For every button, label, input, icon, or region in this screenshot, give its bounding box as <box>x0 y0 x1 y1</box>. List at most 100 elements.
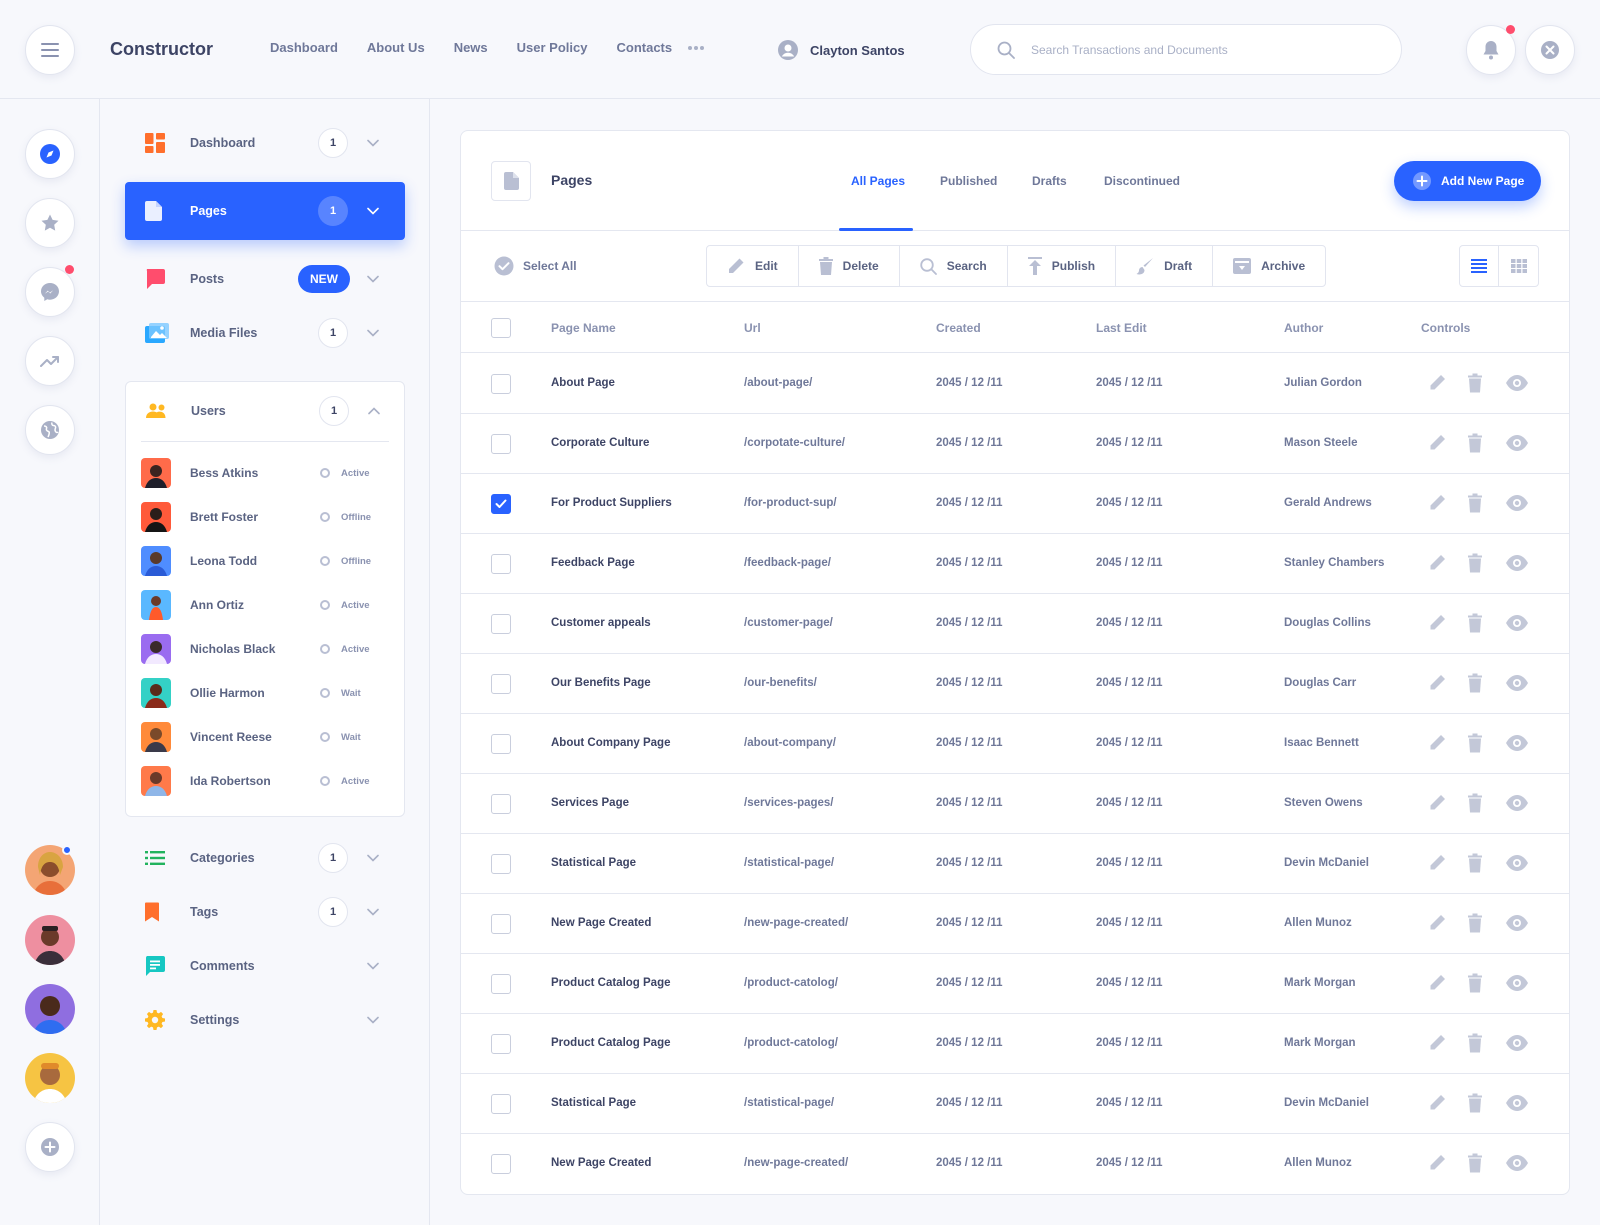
row-checkbox[interactable] <box>491 614 511 634</box>
chevron-down-icon[interactable] <box>367 962 379 970</box>
row-checkbox[interactable] <box>491 494 511 514</box>
edit-row-button[interactable] <box>1427 1153 1447 1173</box>
delete-row-button[interactable] <box>1467 733 1483 753</box>
chevron-down-icon[interactable] <box>367 275 379 283</box>
header-checkbox[interactable] <box>491 318 511 338</box>
chevron-down-icon[interactable] <box>367 207 379 215</box>
brand-logo-text[interactable]: Constructor <box>110 39 213 60</box>
edit-button[interactable]: Edit <box>707 246 799 286</box>
rail-avatar-4[interactable] <box>25 1053 75 1103</box>
tab-discontinued[interactable]: Discontinued <box>1104 174 1180 188</box>
page-name-cell[interactable]: Statistical Page <box>551 857 636 869</box>
sidebar-item-categories[interactable]: Categories 1 <box>125 829 405 887</box>
user-list-item[interactable]: Ida Robertson Active <box>141 765 391 797</box>
row-checkbox[interactable] <box>491 1154 511 1174</box>
rail-add-button[interactable] <box>25 1122 75 1172</box>
page-name-cell[interactable]: New Page Created <box>551 1157 651 1169</box>
more-nav-button[interactable] <box>687 45 705 51</box>
edit-row-button[interactable] <box>1427 793 1447 813</box>
delete-row-button[interactable] <box>1467 853 1483 873</box>
add-new-page-button[interactable]: Add New Page <box>1394 161 1541 201</box>
table-row[interactable]: Product Catalog Page/product-catolog/204… <box>461 1014 1569 1074</box>
row-checkbox[interactable] <box>491 914 511 934</box>
view-row-button[interactable] <box>1505 973 1529 993</box>
table-row[interactable]: Statistical Page/statistical-page/2045 /… <box>461 1074 1569 1134</box>
page-name-cell[interactable]: Statistical Page <box>551 1097 636 1109</box>
chevron-down-icon[interactable] <box>367 854 379 862</box>
rail-analytics-button[interactable] <box>25 336 75 386</box>
grid-view-button[interactable] <box>1499 246 1538 286</box>
edit-row-button[interactable] <box>1427 553 1447 573</box>
rail-compass-button[interactable] <box>25 129 75 179</box>
column-header-created[interactable]: Created <box>936 321 981 335</box>
view-row-button[interactable] <box>1505 793 1529 813</box>
nav-link-dashboard[interactable]: Dashboard <box>270 40 338 55</box>
row-checkbox[interactable] <box>491 854 511 874</box>
nav-link-user-policy[interactable]: User Policy <box>517 40 588 55</box>
user-list-item[interactable]: Ollie Harmon Wait <box>141 677 391 709</box>
user-profile-chip[interactable]: Clayton Santos <box>778 40 905 60</box>
delete-row-button[interactable] <box>1467 433 1483 453</box>
sidebar-item-settings[interactable]: Settings <box>125 991 405 1049</box>
chevron-down-icon[interactable] <box>367 139 379 147</box>
delete-row-button[interactable] <box>1467 973 1483 993</box>
nav-link-news[interactable]: News <box>454 40 488 55</box>
table-row[interactable]: Statistical Page/statistical-page/2045 /… <box>461 834 1569 894</box>
user-list-item[interactable]: Vincent Reese Wait <box>141 721 391 753</box>
column-header-url[interactable]: Url <box>744 321 761 335</box>
row-checkbox[interactable] <box>491 674 511 694</box>
edit-row-button[interactable] <box>1427 373 1447 393</box>
page-name-cell[interactable]: About Company Page <box>551 737 670 749</box>
table-row[interactable]: Services Page/services-pages/2045 / 12 /… <box>461 774 1569 834</box>
delete-row-button[interactable] <box>1467 793 1483 813</box>
sidebar-item-pages[interactable]: Pages 1 <box>125 182 405 240</box>
list-view-button[interactable] <box>1460 246 1500 286</box>
page-name-cell[interactable]: Our Benefits Page <box>551 677 651 689</box>
delete-row-button[interactable] <box>1467 373 1483 393</box>
search-button[interactable]: Search <box>900 246 1008 286</box>
chevron-down-icon[interactable] <box>367 329 379 337</box>
edit-row-button[interactable] <box>1427 673 1447 693</box>
table-row[interactable]: Feedback Page/feedback-page/2045 / 12 /1… <box>461 534 1569 594</box>
view-row-button[interactable] <box>1505 1033 1529 1053</box>
delete-row-button[interactable] <box>1467 1033 1483 1053</box>
chevron-up-icon[interactable] <box>368 407 380 415</box>
view-row-button[interactable] <box>1505 1153 1529 1173</box>
sidebar-item-users[interactable]: Users 1 <box>126 382 404 440</box>
row-checkbox[interactable] <box>491 1034 511 1054</box>
rail-avatar-3[interactable] <box>25 984 75 1034</box>
table-row[interactable]: New Page Created/new-page-created/2045 /… <box>461 894 1569 954</box>
tab-drafts[interactable]: Drafts <box>1032 174 1067 188</box>
table-row[interactable]: New Page Created/new-page-created/2045 /… <box>461 1134 1569 1194</box>
view-row-button[interactable] <box>1505 673 1529 693</box>
chevron-down-icon[interactable] <box>367 1016 379 1024</box>
edit-row-button[interactable] <box>1427 973 1447 993</box>
row-checkbox[interactable] <box>491 1094 511 1114</box>
table-row[interactable]: About Company Page/about-company/2045 / … <box>461 714 1569 774</box>
sidebar-item-dashboard[interactable]: Dashboard 1 <box>125 114 405 172</box>
view-row-button[interactable] <box>1505 853 1529 873</box>
edit-row-button[interactable] <box>1427 613 1447 633</box>
sidebar-item-comments[interactable]: Comments <box>125 937 405 995</box>
user-list-item[interactable]: Nicholas Black Active <box>141 633 391 665</box>
page-name-cell[interactable]: For Product Suppliers <box>551 497 672 509</box>
row-checkbox[interactable] <box>491 734 511 754</box>
search-input[interactable] <box>1031 42 1361 57</box>
view-row-button[interactable] <box>1505 433 1529 453</box>
column-header-last-edit[interactable]: Last Edit <box>1096 321 1147 335</box>
table-row[interactable]: Corporate Culture/corpotate-culture/2045… <box>461 414 1569 474</box>
row-checkbox[interactable] <box>491 974 511 994</box>
sidebar-item-tags[interactable]: Tags 1 <box>125 883 405 941</box>
view-row-button[interactable] <box>1505 613 1529 633</box>
edit-row-button[interactable] <box>1427 733 1447 753</box>
table-row[interactable]: Customer appeals/customer-page/2045 / 12… <box>461 594 1569 654</box>
view-row-button[interactable] <box>1505 1093 1529 1113</box>
rail-avatar-2[interactable] <box>25 915 75 965</box>
chevron-down-icon[interactable] <box>367 908 379 916</box>
page-name-cell[interactable]: Corporate Culture <box>551 437 649 449</box>
user-list-item[interactable]: Ann Ortiz Active <box>141 589 391 621</box>
page-name-cell[interactable]: About Page <box>551 377 615 389</box>
archive-button[interactable]: Archive <box>1213 246 1325 286</box>
page-name-cell[interactable]: Product Catalog Page <box>551 1037 671 1049</box>
table-row[interactable]: For Product Suppliers/for-product-sup/20… <box>461 474 1569 534</box>
